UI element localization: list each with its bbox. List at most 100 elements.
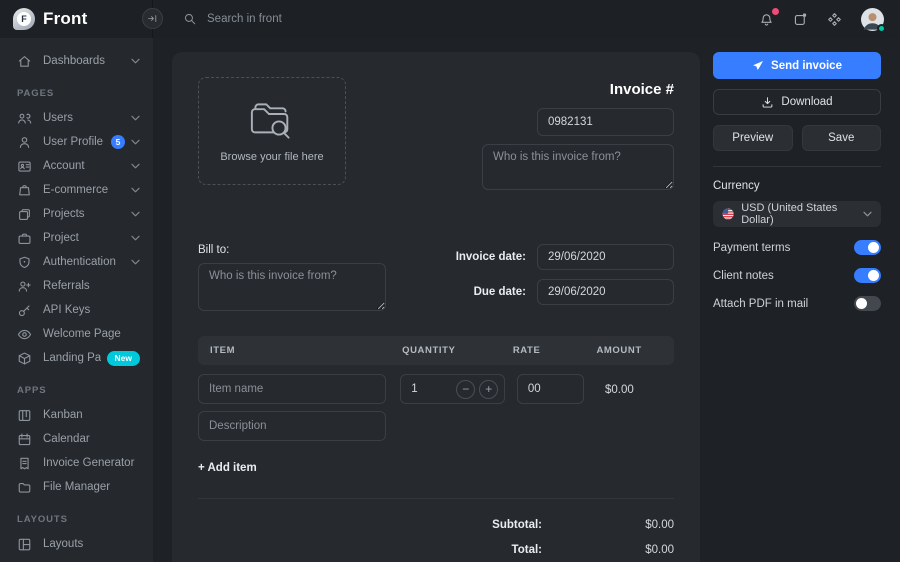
plus-button[interactable]: + [479, 380, 498, 399]
add-item-button[interactable]: + Add item [198, 462, 257, 474]
description-input[interactable] [198, 411, 386, 441]
sidebar-item-layouts[interactable]: Layouts [0, 532, 153, 556]
sidebar-item-account[interactable]: Account [0, 154, 153, 178]
apps-icon [793, 12, 808, 27]
sidebar-item-calendar[interactable]: Calendar [0, 427, 153, 451]
key-icon [17, 303, 32, 318]
sidebar-item-invoice-generator[interactable]: Invoice Generator [0, 451, 153, 475]
sidebar-item-welcome-page[interactable]: Welcome Page [0, 322, 153, 346]
amount-value: $0.00 [605, 384, 634, 396]
home-icon [17, 54, 32, 69]
quantity-input[interactable] [403, 383, 452, 395]
sidebar-section-layouts: LAYOUTS [0, 499, 153, 532]
subtotal-label: Subtotal: [492, 519, 542, 531]
invoice-card: Browse your file here Invoice # Bill to:… [172, 52, 700, 562]
total-value: $0.00 [542, 544, 674, 556]
sidebar-item-label: User Profile [43, 136, 109, 148]
receipt-icon [17, 456, 32, 471]
column-header-amount: AMOUNT [596, 345, 662, 356]
items-table-header: ITEM QUANTITY RATE AMOUNT [198, 336, 674, 365]
topbar: F Front [0, 0, 900, 38]
send-invoice-button[interactable]: Send invoice [713, 52, 881, 79]
panel-divider [713, 166, 881, 167]
style-switcher-button[interactable] [827, 12, 842, 27]
quantity-stepper: − + [400, 374, 505, 404]
sidebar-item-users[interactable]: Users [0, 106, 153, 130]
folder-icon [17, 480, 32, 495]
kanban-icon [17, 408, 32, 423]
toggle-knob [856, 298, 867, 309]
column-header-rate: RATE [513, 345, 597, 356]
sidebar-item-dashboards[interactable]: Dashboards [0, 49, 153, 73]
due-date-label: Due date: [474, 286, 526, 298]
id-card-icon [17, 159, 32, 174]
sidebar-item-label: Dashboards [43, 55, 131, 67]
brand-logo[interactable]: F Front [0, 8, 153, 30]
sidebar-item-landing-page[interactable]: Landing Page New [0, 346, 153, 370]
sidebar-section-pages: PAGES [0, 73, 153, 106]
sidebar-item-api-keys[interactable]: API Keys [0, 298, 153, 322]
sidebar-item-label: Landing Page [43, 352, 101, 364]
client-notes-toggle[interactable] [854, 268, 881, 283]
sidebar-item-label: Projects [43, 208, 131, 220]
invoice-number-title: Invoice # [610, 81, 674, 99]
sidebar-item-file-manager[interactable]: File Manager [0, 475, 153, 499]
currency-select[interactable]: USD (United States Dollar) [713, 201, 881, 227]
download-button[interactable]: Download [713, 89, 881, 115]
sidebar-item-ecommerce[interactable]: E-commerce [0, 178, 153, 202]
invoice-number-input[interactable] [537, 108, 674, 136]
brand-name: Front [43, 9, 87, 29]
sidebar-item-kanban[interactable]: Kanban [0, 403, 153, 427]
currency-label: Currency [713, 180, 881, 192]
chevron-down-icon [131, 163, 140, 169]
invoice-from-textarea[interactable] [482, 144, 674, 190]
calendar-icon [17, 432, 32, 447]
chevron-down-icon [131, 211, 140, 217]
count-badge: 5 [111, 135, 125, 149]
client-notes-row: Client notes [713, 268, 881, 283]
notifications-button[interactable] [759, 12, 774, 27]
sidebar-item-label: Layouts [43, 538, 140, 550]
item-row: − + $0.00 [198, 374, 674, 404]
briefcase-icon [17, 231, 32, 246]
shield-icon [17, 255, 32, 270]
preview-button[interactable]: Preview [713, 125, 793, 151]
account-menu-button[interactable] [861, 8, 884, 31]
sidebar-item-project[interactable]: Project [0, 226, 153, 250]
attach-pdf-toggle[interactable] [854, 296, 881, 311]
bill-to-textarea[interactable] [198, 263, 386, 311]
invoice-date-input[interactable] [537, 244, 674, 270]
sidebar-item-projects[interactable]: Projects [0, 202, 153, 226]
search-input[interactable] [207, 13, 407, 25]
attach-pdf-row: Attach PDF in mail [713, 296, 881, 311]
folder-search-icon [246, 100, 298, 142]
sidebar-item-label: Calendar [43, 433, 140, 445]
sidebar-item-label: Users [43, 112, 131, 124]
payment-terms-toggle[interactable] [854, 240, 881, 255]
minus-button[interactable]: − [456, 380, 475, 399]
file-dropzone[interactable]: Browse your file here [198, 77, 346, 185]
dropzone-label: Browse your file here [220, 151, 323, 163]
main-content: Browse your file here Invoice # Bill to:… [153, 38, 900, 562]
invoice-date-label: Invoice date: [456, 251, 526, 263]
sidebar-item-referrals[interactable]: Referrals [0, 274, 153, 298]
search-icon [183, 12, 197, 26]
payment-terms-label: Payment terms [713, 242, 790, 254]
sidebar-item-label: Referrals [43, 280, 140, 292]
chevron-down-icon [131, 259, 140, 265]
sidebar-item-user-profile[interactable]: User Profile 5 [0, 130, 153, 154]
rate-input[interactable] [517, 374, 584, 404]
due-date-input[interactable] [537, 279, 674, 305]
topbar-actions [759, 8, 900, 31]
sidebar-item-label: Authentication [43, 256, 131, 268]
online-status-dot [877, 24, 886, 33]
sidebar-item-label: API Keys [43, 304, 140, 316]
notification-dot [772, 8, 779, 15]
payment-terms-row: Payment terms [713, 240, 881, 255]
logo-letter: F [17, 12, 31, 26]
item-name-input[interactable] [198, 374, 386, 404]
save-button[interactable]: Save [802, 125, 882, 151]
sidebar-collapse-button[interactable] [142, 8, 163, 29]
sidebar-item-authentication[interactable]: Authentication [0, 250, 153, 274]
apps-launcher-button[interactable] [793, 12, 808, 27]
